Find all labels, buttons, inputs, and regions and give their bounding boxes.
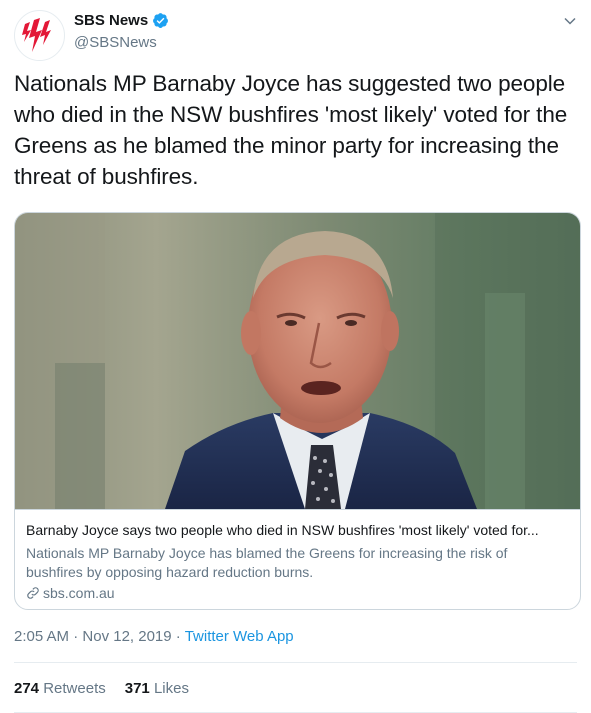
author-name-row[interactable]: SBS News	[74, 12, 169, 29]
card-info: Barnaby Joyce says two people who died i…	[15, 509, 580, 609]
tweet-meta: 2:05 AM · Nov 12, 2019 · Twitter Web App	[14, 628, 294, 645]
verified-badge-icon	[153, 13, 169, 28]
chevron-down-icon[interactable]	[563, 14, 577, 28]
author-display-name[interactable]: SBS News	[74, 12, 148, 29]
retweets-label: Retweets	[43, 680, 106, 697]
likes-label: Likes	[153, 680, 189, 697]
author-handle[interactable]: @SBSNews	[74, 34, 157, 51]
sbs-logo-icon	[22, 18, 51, 52]
retweets-count: 274	[14, 680, 40, 697]
source-app-link[interactable]: Twitter Web App	[185, 628, 294, 645]
likes-count: 371	[124, 680, 150, 697]
tweet-text: Nationals MP Barnaby Joyce has suggested…	[14, 71, 568, 189]
tweet: SBS News @SBSNews Nationals MP Barnaby J…	[0, 0, 591, 713]
retweets-stat[interactable]: 274 Retweets	[14, 680, 106, 697]
likes-stat[interactable]: 371 Likes	[125, 680, 189, 697]
avatar[interactable]	[14, 10, 65, 61]
meta-separator: ·	[171, 628, 185, 645]
meta-separator: ·	[69, 628, 83, 645]
link-card[interactable]: Barnaby Joyce says two people who died i…	[14, 212, 581, 610]
card-title: Barnaby Joyce says two people who died i…	[26, 522, 539, 538]
divider	[14, 662, 577, 663]
tweet-date[interactable]: Nov 12, 2019	[82, 628, 171, 645]
tweet-stats: 274 Retweets 371 Likes	[14, 680, 189, 697]
card-description: Nationals MP Barnaby Joyce has blamed th…	[26, 545, 508, 580]
tweet-time[interactable]: 2:05 AM	[14, 628, 69, 645]
link-icon	[27, 587, 39, 599]
card-domain-text: sbs.com.au	[43, 585, 115, 601]
card-domain: sbs.com.au	[26, 585, 115, 601]
card-image	[15, 213, 580, 509]
